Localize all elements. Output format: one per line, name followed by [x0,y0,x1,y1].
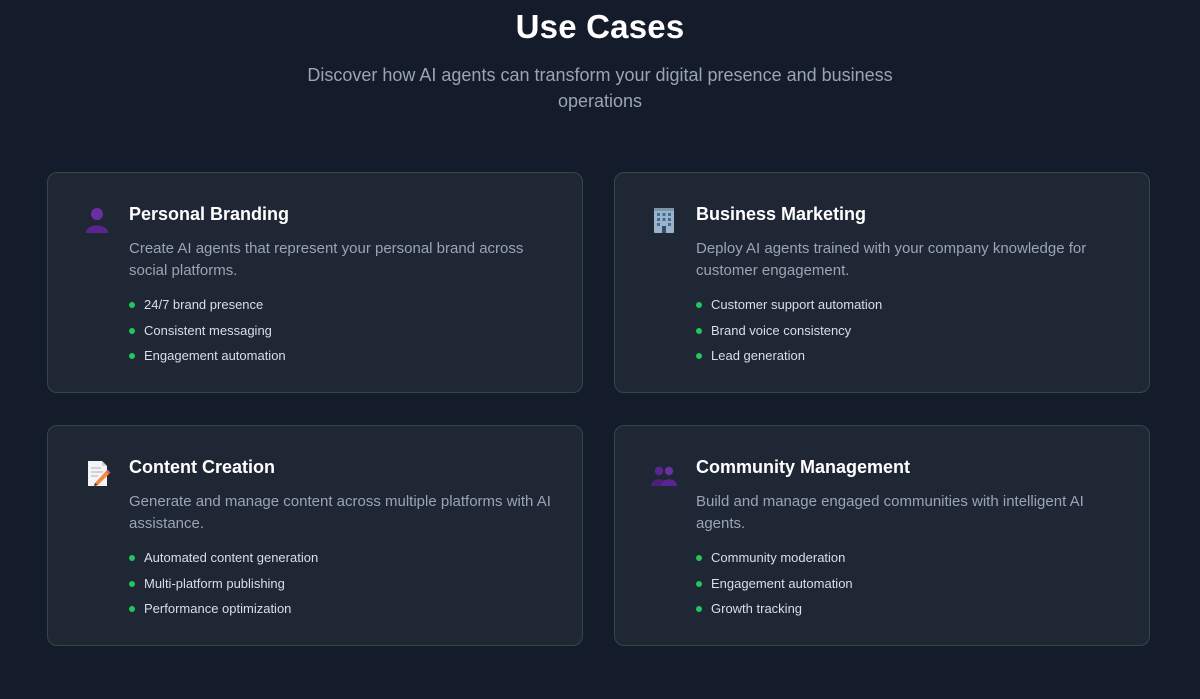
feature-label: Community moderation [711,550,846,565]
bullet-dot-icon [696,606,702,612]
card-title: Community Management [696,457,911,477]
feature-label: Consistent messaging [144,322,272,338]
feature-list: Community moderation Engagement automati… [696,548,853,625]
feature-label: Engagement automation [711,575,853,591]
feature-item: Community moderation [696,548,853,574]
use-cases-section: Use Cases Discover how AI agents can tra… [0,0,1200,699]
feature-item: Engagement automation [129,346,286,372]
card-title: Personal Branding [129,204,290,224]
feature-label: Brand voice consistency [711,322,852,338]
card-description: Deploy AI agents trained with your compa… [696,240,1087,279]
card-description: Create AI agents that represent your per… [129,240,524,279]
feature-item: Growth tracking [696,599,853,625]
bullet-dot-icon [696,302,702,308]
bullet-dot-icon [696,353,702,359]
feature-item: Engagement automation [696,574,853,600]
card-description: Build and manage engaged communities wit… [696,493,1084,532]
use-case-card-community-management: Community Management Build and manage en… [614,425,1150,646]
section-subtitle: Discover how AI agents can transform you… [307,65,893,111]
use-case-card-content-creation: Content Creation Generate and manage con… [47,425,583,646]
feature-label: Engagement automation [144,348,286,363]
use-case-card-business-marketing: Business Marketing Deploy AI agents trai… [614,172,1150,393]
use-case-card-personal-branding: Personal Branding Create AI agents that … [47,172,583,393]
bullet-dot-icon [696,327,702,334]
bullet-dot-icon [129,353,135,359]
feature-item: Consistent messaging [129,321,286,347]
section-title: Use Cases [515,8,685,45]
bullet-dot-icon [129,580,135,587]
person-silhouette-icon [82,205,112,235]
bullet-dot-icon [696,555,702,561]
card-description: Generate and manage content across multi… [129,493,551,532]
feature-item: Automated content generation [129,548,318,574]
feature-list: Customer support automation Brand voice … [696,295,882,372]
feature-item: Brand voice consistency [696,321,882,347]
feature-label: Performance optimization [144,601,292,616]
feature-label: Customer support automation [711,297,883,312]
feature-list: 24/7 brand presence Consistent messaging… [129,295,286,372]
bullet-dot-icon [129,302,135,308]
feature-item: Multi-platform publishing [129,574,318,600]
card-title: Content Creation [129,457,275,477]
office-building-icon [649,205,679,235]
memo-pencil-icon [82,458,112,488]
feature-label: 24/7 brand presence [144,297,264,312]
feature-item: Lead generation [696,346,882,372]
bullet-dot-icon [129,606,135,612]
card-title: Business Marketing [696,204,867,224]
feature-list: Automated content generation Multi-platf… [129,548,318,625]
bullet-dot-icon [129,555,135,561]
feature-item: Customer support automation [696,295,882,321]
people-silhouettes-icon [649,458,679,488]
feature-item: 24/7 brand presence [129,295,286,321]
bullet-dot-icon [129,327,135,334]
feature-label: Automated content generation [144,550,319,565]
bullet-dot-icon [696,580,702,587]
feature-label: Lead generation [711,348,805,363]
feature-label: Multi-platform publishing [144,575,285,591]
feature-label: Growth tracking [711,601,803,616]
feature-item: Performance optimization [129,599,318,625]
